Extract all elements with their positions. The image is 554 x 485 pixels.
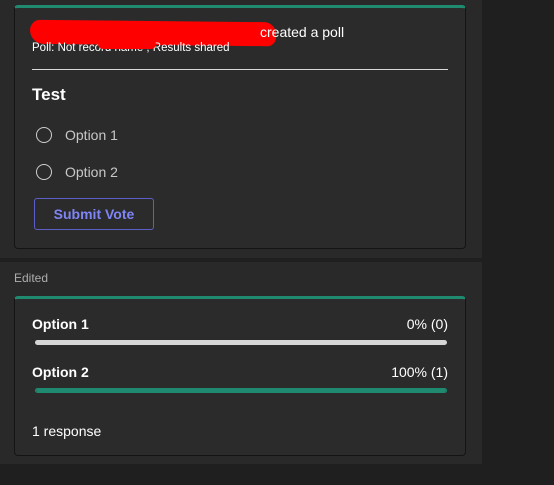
redacted-meta-mark <box>98 39 156 49</box>
poll-option-1[interactable]: Option 1 <box>36 125 118 145</box>
response-count: 1 response <box>32 423 102 439</box>
poll-option-2[interactable]: Option 2 <box>36 162 118 182</box>
radio-button[interactable] <box>36 164 52 180</box>
submit-vote-button[interactable]: Submit Vote <box>34 198 154 230</box>
edited-label: Edited <box>14 271 49 285</box>
results-message: Option 1 0% (0) Option 2 100% (1) 1 resp… <box>0 262 482 464</box>
poll-creator-text: created a poll <box>260 24 345 40</box>
result-option-1-label: Option 1 <box>32 316 89 332</box>
result-option-2-label: Option 2 <box>32 364 89 380</box>
poll-card: created a poll Poll: Not record name , R… <box>14 5 466 249</box>
result-option-1-percent: 0% (0) <box>406 316 448 332</box>
poll-title: Test <box>32 85 66 104</box>
result-option-1-bar <box>35 340 447 345</box>
result-option-2-bar <box>35 388 447 393</box>
results-card: Option 1 0% (0) Option 2 100% (1) 1 resp… <box>14 296 466 456</box>
poll-option-label: Option 2 <box>65 164 118 180</box>
result-option-2-percent: 100% (1) <box>391 364 448 380</box>
result-option-2-bar-fill <box>36 389 446 392</box>
poll-option-label: Option 1 <box>65 127 118 143</box>
radio-button[interactable] <box>36 127 52 143</box>
divider <box>32 69 448 70</box>
poll-message: created a poll Poll: Not record name , R… <box>0 0 482 258</box>
